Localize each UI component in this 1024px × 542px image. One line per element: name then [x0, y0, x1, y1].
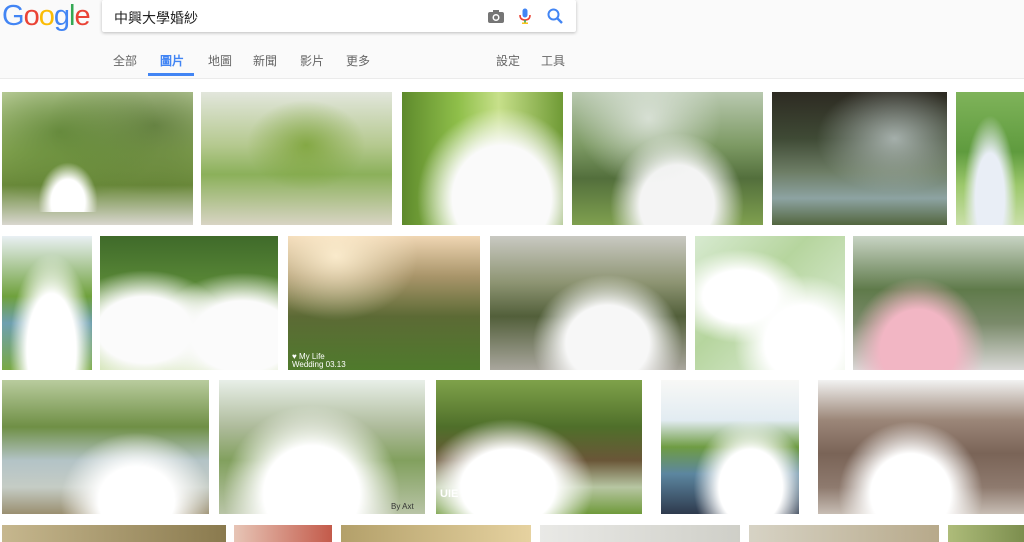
logo-letter: o: [23, 0, 40, 32]
logo-letter: e: [74, 0, 90, 32]
image-result[interactable]: [956, 92, 1024, 225]
search-input[interactable]: 中興大學婚紗: [114, 8, 198, 28]
top-bar: Google 中興大學婚紗 全部 圖片 地圖 新聞 影片 更多 設定 工具: [0, 0, 1024, 79]
image-result[interactable]: [402, 92, 563, 225]
tab-news[interactable]: 新聞: [253, 52, 277, 69]
image-result[interactable]: [2, 380, 209, 514]
image-result[interactable]: [341, 525, 531, 542]
image-result[interactable]: [772, 92, 947, 225]
tab-more[interactable]: 更多: [346, 52, 370, 69]
logo-letter: G: [2, 0, 25, 32]
image-result[interactable]: [234, 525, 332, 542]
image-caption: Wedding 03.13: [292, 360, 346, 369]
image-result[interactable]: [201, 92, 392, 225]
image-result[interactable]: [749, 525, 939, 542]
image-result[interactable]: ♥ My Life Wedding 03.13: [288, 236, 480, 370]
image-result[interactable]: [661, 380, 799, 514]
tab-maps[interactable]: 地圖: [208, 52, 232, 69]
image-caption: UIE: [440, 488, 459, 500]
image-result[interactable]: [948, 525, 1024, 542]
camera-icon[interactable]: [487, 7, 505, 25]
tab-settings[interactable]: 設定: [496, 52, 520, 69]
image-result[interactable]: [490, 236, 686, 370]
image-result[interactable]: [2, 236, 92, 370]
image-result[interactable]: [695, 236, 845, 370]
search-box[interactable]: 中興大學婚紗: [102, 0, 576, 32]
active-tab-indicator: [148, 73, 194, 76]
tab-images[interactable]: 圖片: [160, 52, 184, 69]
logo-letter: g: [53, 0, 70, 32]
logo-letter: o: [38, 0, 55, 32]
tab-tools[interactable]: 工具: [541, 52, 565, 69]
google-logo[interactable]: Google: [2, 0, 91, 33]
image-result[interactable]: By Axt: [219, 380, 425, 514]
search-icon[interactable]: [546, 7, 564, 25]
image-result[interactable]: UIE: [436, 380, 642, 514]
image-result[interactable]: [2, 525, 226, 542]
image-result[interactable]: [540, 525, 740, 542]
microphone-icon[interactable]: [516, 7, 534, 25]
image-caption: By Axt: [391, 502, 414, 511]
image-results-grid: ♥ My Life Wedding 03.13 By Axt UIE: [0, 78, 1024, 542]
tab-videos[interactable]: 影片: [300, 52, 324, 69]
image-result[interactable]: [853, 236, 1024, 370]
image-result[interactable]: [100, 236, 278, 370]
image-result[interactable]: [2, 92, 193, 225]
image-result[interactable]: [818, 380, 1024, 514]
image-result[interactable]: [572, 92, 763, 225]
tab-all[interactable]: 全部: [113, 52, 137, 69]
